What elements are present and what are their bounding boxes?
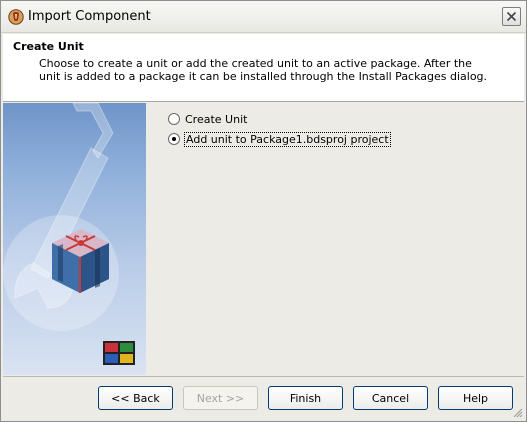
title-bar[interactable]: Import Component: [1, 1, 526, 33]
cancel-button[interactable]: Cancel: [353, 386, 428, 410]
option-label-add-to-package: Add unit to Package1.bdsproj project: [184, 131, 391, 147]
option-create-unit[interactable]: Create Unit: [168, 112, 247, 126]
wizard-side-graphic: [3, 103, 146, 375]
wizard-header: Create Unit Choose to create a unit or a…: [3, 34, 524, 102]
app-icon: [8, 9, 24, 25]
page-description: Choose to create a unit or add the creat…: [39, 57, 488, 83]
page-title: Create Unit: [13, 40, 84, 53]
finish-button[interactable]: Finish: [268, 386, 343, 410]
radio-add-to-package[interactable]: [168, 133, 180, 145]
import-component-dialog: Import Component Create Unit Choose to c…: [0, 0, 527, 422]
close-button[interactable]: [502, 7, 521, 26]
option-add-to-package[interactable]: Add unit to Package1.bdsproj project: [168, 131, 391, 147]
button-separator: [3, 376, 524, 377]
wrench-package-illustration: [3, 103, 135, 365]
logo-squares-icon: [103, 341, 135, 365]
radio-create-unit[interactable]: [168, 113, 180, 125]
option-label-create-unit: Create Unit: [185, 112, 248, 126]
close-icon: [506, 11, 517, 22]
window-title: Import Component: [28, 9, 151, 24]
next-button[interactable]: Next >>: [183, 386, 258, 410]
resize-grip-icon[interactable]: [513, 408, 523, 418]
help-button[interactable]: Help: [438, 386, 513, 410]
back-button[interactable]: << Back: [98, 386, 173, 410]
